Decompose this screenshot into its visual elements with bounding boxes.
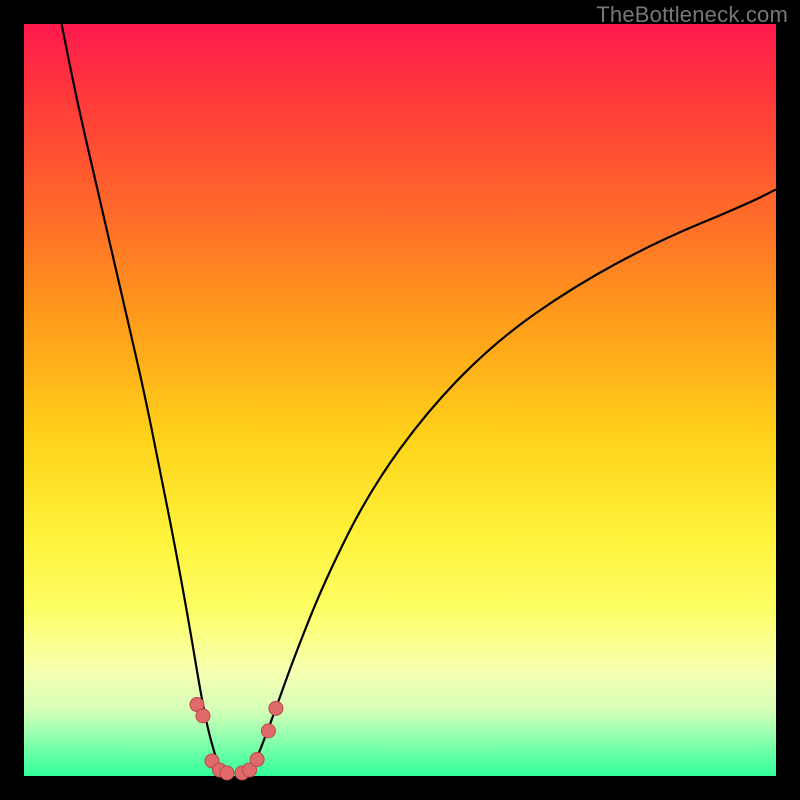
curve-marker (220, 766, 234, 780)
chart-area (24, 24, 776, 776)
curve-markers (190, 698, 283, 780)
curve-marker (196, 709, 210, 723)
curve-marker (269, 701, 283, 715)
bottleneck-curve (24, 24, 776, 776)
curve-marker (261, 724, 275, 738)
curve-marker (250, 752, 264, 766)
curve-left-branch (62, 24, 224, 774)
curve-right-branch (250, 189, 776, 773)
watermark-text: TheBottleneck.com (596, 2, 788, 28)
